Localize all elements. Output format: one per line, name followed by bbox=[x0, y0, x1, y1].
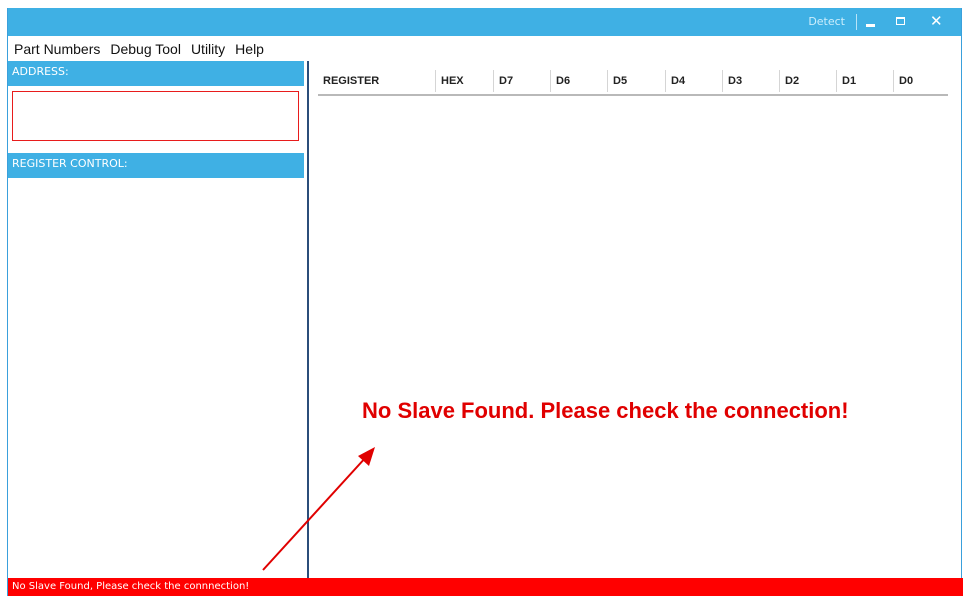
menu-help[interactable]: Help bbox=[235, 38, 264, 60]
column-register[interactable]: REGISTER bbox=[318, 70, 436, 92]
menu-part-numbers[interactable]: Part Numbers bbox=[14, 38, 100, 60]
close-button[interactable]: ✕ bbox=[927, 12, 947, 32]
menu-utility[interactable]: Utility bbox=[191, 38, 225, 60]
maximize-icon bbox=[896, 17, 905, 25]
register-control-header: REGISTER CONTROL: bbox=[8, 153, 304, 178]
column-d7[interactable]: D7 bbox=[494, 70, 551, 92]
status-bar: No Slave Found, Please check the connnec… bbox=[8, 578, 963, 596]
column-d2[interactable]: D2 bbox=[780, 70, 837, 92]
column-d1[interactable]: D1 bbox=[837, 70, 894, 92]
column-d6[interactable]: D6 bbox=[551, 70, 608, 92]
column-d4[interactable]: D4 bbox=[666, 70, 723, 92]
app-window: Detect ✕ Part Numbers Debug Tool Utility He… bbox=[7, 8, 963, 596]
close-icon: ✕ bbox=[930, 12, 943, 30]
column-d0[interactable]: D0 bbox=[894, 70, 948, 92]
address-input[interactable] bbox=[12, 91, 299, 141]
register-table-header: REGISTER HEX D7 D6 D5 D4 D3 D2 D1 D0 bbox=[318, 70, 948, 96]
minimize-icon bbox=[866, 24, 875, 27]
address-header: ADDRESS: bbox=[8, 61, 304, 86]
menu-bar: Part Numbers Debug Tool Utility Help bbox=[8, 38, 308, 60]
title-bar: Detect ✕ bbox=[8, 8, 961, 36]
column-d5[interactable]: D5 bbox=[608, 70, 666, 92]
column-d3[interactable]: D3 bbox=[723, 70, 780, 92]
menu-debug-tool[interactable]: Debug Tool bbox=[110, 38, 181, 60]
minimize-button[interactable] bbox=[861, 12, 881, 32]
titlebar-separator bbox=[856, 14, 857, 30]
detect-button[interactable]: Detect bbox=[808, 15, 845, 28]
maximize-button[interactable] bbox=[891, 12, 911, 32]
annotation-arrow bbox=[262, 447, 375, 571]
error-annotation: No Slave Found. Please check the connect… bbox=[362, 398, 849, 423]
column-hex[interactable]: HEX bbox=[436, 70, 494, 92]
